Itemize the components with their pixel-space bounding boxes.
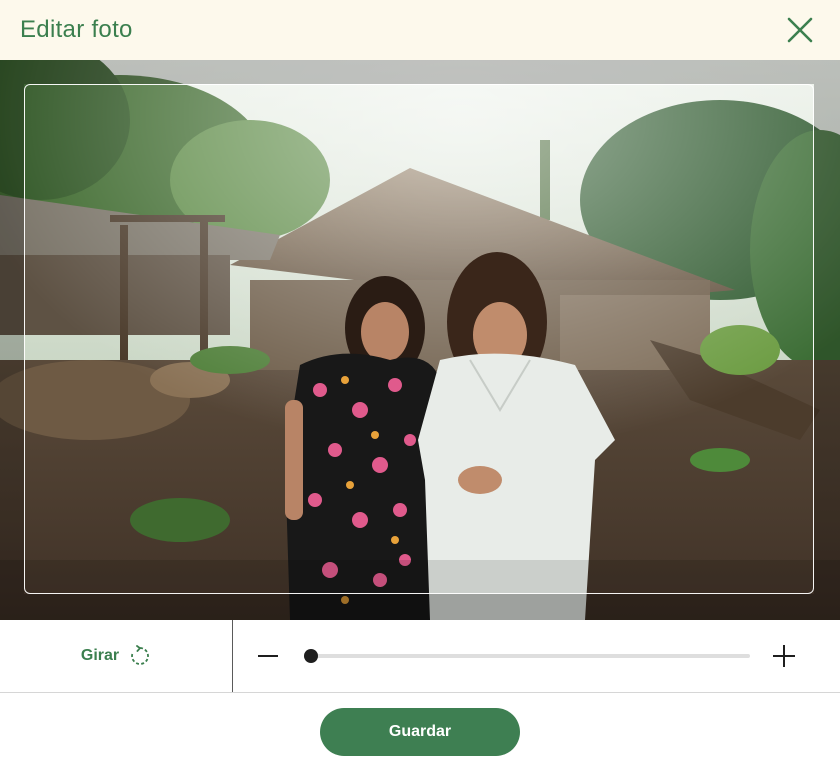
rotate-label: Girar bbox=[80, 647, 120, 664]
rotate-clockwise-icon bbox=[131, 645, 149, 665]
crop-mask-top bbox=[0, 60, 840, 84]
dialog-footer: Guardar bbox=[0, 693, 840, 772]
plus-icon bbox=[773, 645, 795, 667]
crop-mask-bottom bbox=[0, 594, 840, 620]
crop-mask-left bbox=[0, 84, 24, 594]
minus-icon bbox=[258, 655, 278, 657]
zoom-slider-thumb[interactable] bbox=[304, 649, 318, 663]
close-icon bbox=[787, 17, 813, 43]
zoom-out-button[interactable] bbox=[254, 642, 282, 670]
edit-controls: Girar bbox=[0, 620, 840, 693]
rotate-button[interactable]: Girar bbox=[0, 620, 232, 692]
controls-divider bbox=[232, 620, 233, 692]
dialog-title: Editar foto bbox=[20, 16, 133, 43]
photo-editor-canvas[interactable] bbox=[0, 60, 840, 620]
dialog-header: Editar foto bbox=[0, 0, 840, 60]
crop-frame[interactable] bbox=[24, 84, 814, 594]
crop-mask-right bbox=[814, 84, 840, 594]
zoom-slider-track[interactable] bbox=[310, 654, 750, 658]
close-button[interactable] bbox=[784, 14, 816, 46]
save-button[interactable]: Guardar bbox=[320, 708, 520, 756]
zoom-in-button[interactable] bbox=[770, 642, 798, 670]
